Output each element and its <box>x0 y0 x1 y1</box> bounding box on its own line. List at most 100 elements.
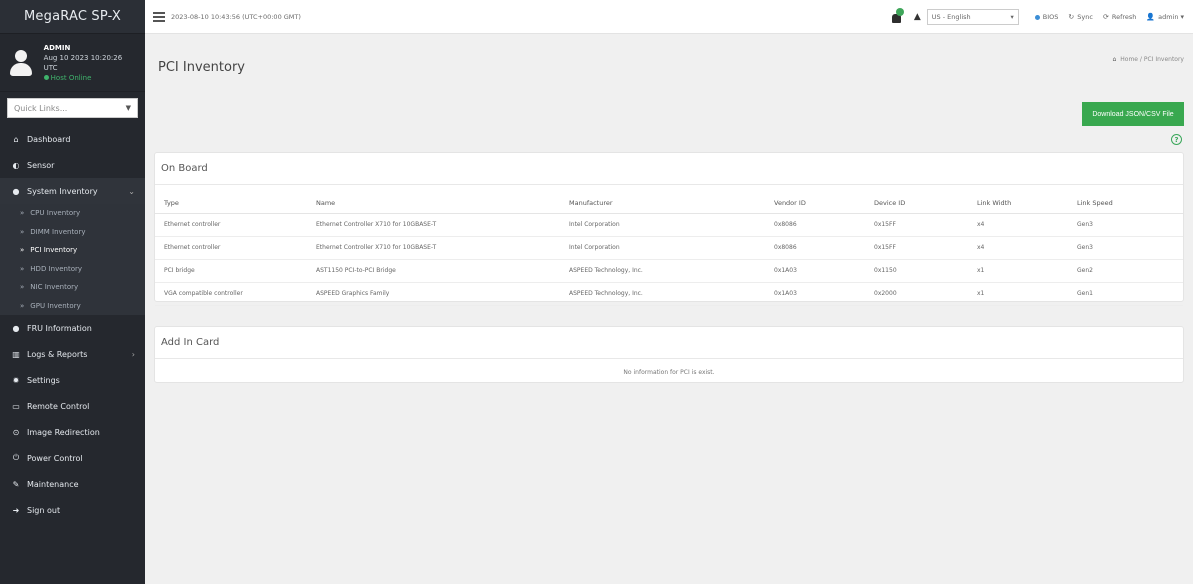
chevron-down-icon: ▾ <box>1180 13 1184 21</box>
chevron-down-icon: ⌄ <box>128 186 135 196</box>
table-cell: 0x2000 <box>865 282 968 306</box>
table-cell: Intel Corporation <box>560 236 765 260</box>
sidebar-item-image-redirection[interactable]: ⊙ Image Redirection <box>0 419 145 445</box>
user-icon: 👤 <box>1146 13 1156 21</box>
table-cell: 0x15FF <box>865 236 968 260</box>
sidebar-subitem-nic[interactable]: » NIC Inventory <box>0 278 145 297</box>
table-cell: VGA compatible controller <box>155 282 307 306</box>
table-cell: Ethernet controller <box>155 213 307 237</box>
power-icon: ⏻ <box>12 453 20 462</box>
onboard-title: On Board <box>155 153 1183 185</box>
column-header: Vendor ID <box>765 193 865 214</box>
quick-links-select[interactable]: Quick Links... ▼ <box>7 98 138 118</box>
sidebar-item-sign-out[interactable]: ➜ Sign out <box>0 497 145 523</box>
sidebar-subitem-gpu[interactable]: » GPU Inventory <box>0 297 145 316</box>
sidebar-item-logs[interactable]: ▥ Logs & Reports › <box>0 341 145 367</box>
table-cell: Gen3 <box>1068 213 1183 237</box>
login-time: Aug 10 2023 10:20:26 UTC <box>43 53 123 72</box>
language-value: US - English <box>931 13 971 21</box>
table-cell: PCI bridge <box>155 259 307 283</box>
sidebar-item-dashboard[interactable]: ⌂ Dashboard <box>0 126 145 152</box>
bullet-icon: » <box>20 264 25 273</box>
main-content: PCI Inventory ⌂ Home / PCI Inventory Dow… <box>145 34 1193 584</box>
sync-icon: ↻ <box>1068 13 1075 21</box>
table-cell: 0x15FF <box>865 213 968 237</box>
breadcrumb-home[interactable]: Home <box>1120 56 1138 63</box>
sidebar-subitem-cpu[interactable]: » CPU Inventory <box>0 204 145 223</box>
table-cell: Intel Corporation <box>560 213 765 237</box>
signout-icon: ➜ <box>12 505 20 515</box>
sidebar-item-power-control[interactable]: ⏻ Power Control <box>0 445 145 471</box>
home-icon: ⌂ <box>13 134 19 144</box>
table-cell: 0x8086 <box>765 236 865 260</box>
page-title: PCI Inventory <box>158 60 245 75</box>
user-menu[interactable]: 👤 admin ▾ <box>1146 13 1187 21</box>
monitor-icon: ▭ <box>12 401 20 411</box>
breadcrumb: ⌂ Home / PCI Inventory <box>1113 56 1184 63</box>
sidebar-item-fru[interactable]: ● FRU Information <box>0 315 145 341</box>
gauge-icon: ◐ <box>12 160 20 170</box>
addin-card-title: Add In Card <box>155 327 1183 359</box>
user-block: ADMIN Aug 10 2023 10:20:26 UTC Host Onli… <box>0 34 145 92</box>
table-row: PCI bridge AST1150 PCI-to-PCI Bridge ASP… <box>155 259 1183 283</box>
gear-icon: ✹ <box>12 375 20 385</box>
table-cell: 0x1A03 <box>765 259 865 283</box>
host-status: Host Online <box>43 73 137 83</box>
sync-button[interactable]: ↻ Sync <box>1068 13 1093 21</box>
chevron-down-icon: ▾ <box>1010 13 1014 21</box>
user-info: ADMIN Aug 10 2023 10:20:26 UTC Host Onli… <box>43 43 137 83</box>
addin-card-panel: Add In Card No information for PCI is ex… <box>154 326 1184 383</box>
refresh-button[interactable]: ⟳ Refresh <box>1103 13 1136 21</box>
column-header: Type <box>155 193 307 214</box>
table-cell: Ethernet controller <box>155 236 307 260</box>
table-cell: x1 <box>968 282 1068 306</box>
wrench-icon: ✎ <box>12 479 20 489</box>
refresh-icon: ⟳ <box>1102 13 1109 21</box>
table-cell: ASPEED Technology, Inc. <box>560 282 765 306</box>
quick-links-label: Quick Links... <box>14 103 68 113</box>
table-cell: AST1150 PCI-to-PCI Bridge <box>307 259 560 283</box>
top-header: 2023-08-10 10:43:56 (UTC+00:00 GMT) ▲ US… <box>145 0 1193 34</box>
no-info-message: No information for PCI is exist. <box>623 369 715 376</box>
bullet-icon: » <box>20 301 25 310</box>
bullet-icon: » <box>20 283 25 292</box>
sidebar-subitem-pci[interactable]: » PCI Inventory <box>0 241 145 260</box>
table-cell: 0x1150 <box>865 259 968 283</box>
sidebar-item-settings[interactable]: ✹ Settings <box>0 367 145 393</box>
user-name: ADMIN <box>43 43 71 52</box>
chevron-right-icon: › <box>131 349 135 359</box>
table-cell: Gen1 <box>1068 282 1183 306</box>
language-select[interactable]: US - English ▾ <box>926 9 1019 25</box>
help-icon[interactable]: ? <box>1171 134 1182 145</box>
table-cell: Ethernet Controller X710 for 10GBASE-T <box>307 236 560 260</box>
bullet-icon: » <box>20 209 25 218</box>
bios-link[interactable]: BIOS <box>1034 13 1058 21</box>
avatar-icon <box>8 48 34 78</box>
column-header: Device ID <box>865 193 968 214</box>
table-cell: 0x1A03 <box>765 282 865 306</box>
menu-toggle-icon[interactable] <box>153 10 165 24</box>
header-right: ▲ US - English ▾ BIOS ↻ Sync ⟳ Refresh 👤 ad… <box>890 0 1187 34</box>
sidebar-item-system-inventory[interactable]: ● System Inventory ⌄ <box>0 178 145 204</box>
table-cell: x4 <box>968 213 1068 237</box>
table-cell: x4 <box>968 236 1068 260</box>
info-icon: ● <box>12 323 20 333</box>
bullet-icon: » <box>20 227 25 236</box>
column-header: Manufacturer <box>560 193 765 214</box>
sidebar: MegaRAC SP-X ADMIN Aug 10 2023 10:20:26 … <box>0 0 145 584</box>
sidebar-item-sensor[interactable]: ◐ Sensor <box>0 152 145 178</box>
download-button[interactable]: Download JSON/CSV File <box>1082 102 1184 126</box>
sidebar-subitem-hdd[interactable]: » HDD Inventory <box>0 260 145 279</box>
inventory-icon: ● <box>12 186 20 196</box>
warning-icon[interactable]: ▲ <box>914 12 921 22</box>
onboard-panel: On Board Type Name Manufacturer Vendor I… <box>154 152 1184 306</box>
onboard-table: Type Name Manufacturer Vendor ID Device … <box>155 193 1183 306</box>
notification-icon[interactable] <box>890 8 904 24</box>
sidebar-item-maintenance[interactable]: ✎ Maintenance <box>0 471 145 497</box>
table-cell: ASPEED Graphics Family <box>307 282 560 306</box>
chevron-down-icon: ▼ <box>125 104 131 112</box>
home-icon: ⌂ <box>1112 56 1117 63</box>
sidebar-item-remote-control[interactable]: ▭ Remote Control <box>0 393 145 419</box>
table-row: Ethernet controller Ethernet Controller … <box>155 213 1183 237</box>
sidebar-subitem-dimm[interactable]: » DIMM Inventory <box>0 223 145 242</box>
